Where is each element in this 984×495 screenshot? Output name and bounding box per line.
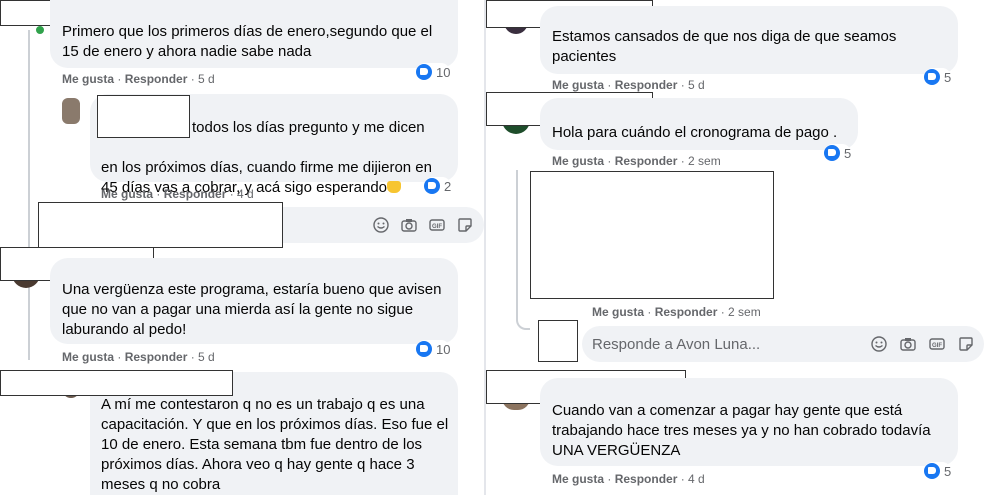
thumbs-down-emoji-icon xyxy=(387,181,402,193)
sticker-icon[interactable] xyxy=(958,336,974,352)
reply-link[interactable]: Responder xyxy=(615,78,678,92)
comment-text: Estamos cansados de que nos diga de que … xyxy=(552,28,897,65)
avatar xyxy=(62,98,80,124)
comment-actions: Me gusta · Responder · 4 d xyxy=(552,472,705,486)
like-link[interactable]: Me gusta xyxy=(62,350,114,364)
reply-link[interactable]: Responder xyxy=(164,187,227,201)
timestamp: 2 sem xyxy=(728,305,761,319)
like-link[interactable]: Me gusta xyxy=(592,305,644,319)
comment-text: Primero que los primeros días de enero,s… xyxy=(62,23,433,60)
like-icon xyxy=(424,178,440,194)
camera-icon[interactable] xyxy=(900,336,916,352)
reaction-count[interactable]: 2 xyxy=(424,177,452,195)
gif-icon[interactable]: GIF xyxy=(429,217,445,233)
reaction-count[interactable]: 10 xyxy=(416,63,451,81)
timestamp: 5 d xyxy=(688,78,705,92)
comment-actions: Me gusta · Responder · 2 sem xyxy=(552,154,721,168)
like-icon xyxy=(924,69,940,85)
comment-text: Hola para cuándo el cronograma de pago . xyxy=(552,124,838,141)
comment-text: A mí me contestaron q no es un trabajo q… xyxy=(101,396,449,493)
timestamp: 4 d xyxy=(237,187,254,201)
timestamp: 5 d xyxy=(198,72,215,86)
thread-line xyxy=(516,170,530,330)
redacted-avatar xyxy=(538,320,578,362)
comment-text: Cuando van a comenzar a pagar hay gente … xyxy=(552,402,931,459)
thread-line xyxy=(28,30,30,360)
reply-placeholder: Responde a Avon Luna... xyxy=(592,336,761,353)
comment-actions: Me gusta · Responder · 5 d xyxy=(552,78,705,92)
reaction-count[interactable]: 5 xyxy=(824,144,852,162)
reply-link[interactable]: Responder xyxy=(655,305,718,319)
reply-link[interactable]: Responder xyxy=(615,472,678,486)
reaction-count[interactable]: 10 xyxy=(416,340,451,358)
reaction-count[interactable]: 5 xyxy=(924,68,952,86)
reaction-count[interactable]: 5 xyxy=(924,462,952,480)
comment-actions: Me gusta · Responder · 2 sem xyxy=(592,305,761,319)
left-screenshot: Primero que los primeros días de enero,s… xyxy=(0,0,484,495)
camera-icon[interactable] xyxy=(401,217,417,233)
reply-link[interactable]: Responder xyxy=(125,350,188,364)
redacted-avatar xyxy=(38,202,283,248)
gif-icon[interactable]: GIF xyxy=(929,336,945,352)
timestamp: 4 d xyxy=(688,472,705,486)
like-link[interactable]: Me gusta xyxy=(62,72,114,86)
comment-actions: Me gusta · Responder · 5 d xyxy=(62,350,215,364)
svg-text:GIF: GIF xyxy=(432,224,442,230)
like-link[interactable]: Me gusta xyxy=(552,78,604,92)
like-icon xyxy=(824,145,840,161)
comment-actions: Me gusta · Responder · 4 d xyxy=(101,187,254,201)
redacted-name xyxy=(0,370,233,396)
like-icon xyxy=(416,341,432,357)
like-icon xyxy=(924,463,940,479)
reply-link[interactable]: Responder xyxy=(615,154,678,168)
timestamp: 5 d xyxy=(198,350,215,364)
like-link[interactable]: Me gusta xyxy=(552,154,604,168)
reply-link[interactable]: Responder xyxy=(125,72,188,86)
emoji-icon[interactable] xyxy=(871,336,887,352)
sticker-icon[interactable] xyxy=(457,217,473,233)
comment-actions: Me gusta · Responder · 5 d xyxy=(62,72,215,86)
comment-text-first: todos los días pregunto y me dicen xyxy=(192,119,425,136)
right-screenshot: Estamos cansados de que nos diga de que … xyxy=(486,0,984,495)
like-link[interactable]: Me gusta xyxy=(552,472,604,486)
redacted-name xyxy=(97,95,190,138)
emoji-icon[interactable] xyxy=(373,217,389,233)
like-link[interactable]: Me gusta xyxy=(101,187,153,201)
redacted-image xyxy=(530,171,774,299)
timestamp: 2 sem xyxy=(688,154,721,168)
like-icon xyxy=(416,64,432,80)
svg-text:GIF: GIF xyxy=(932,343,942,349)
comment-text: Una vergüenza este programa, estaría bue… xyxy=(62,281,442,338)
